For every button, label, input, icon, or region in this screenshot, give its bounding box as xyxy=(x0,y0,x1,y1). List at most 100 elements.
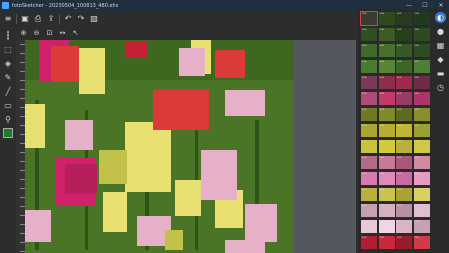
zoom-out-icon[interactable]: ⊖ xyxy=(32,29,41,38)
eyedropper-icon[interactable]: ⚲ xyxy=(3,114,14,125)
palette-swatch[interactable]: RGB xyxy=(361,124,377,137)
line-icon[interactable]: ╱ xyxy=(3,86,14,97)
pointer-icon[interactable]: ↖ xyxy=(71,29,80,38)
palette-swatch[interactable]: RGB xyxy=(413,108,430,121)
palette-swatch[interactable]: RGB xyxy=(396,204,412,217)
undo-icon[interactable]: ↶ xyxy=(63,14,73,24)
palette-swatch[interactable]: RGB xyxy=(396,92,412,105)
swatch-label: RGB xyxy=(362,45,367,47)
palette-swatch[interactable]: RGB xyxy=(396,76,412,89)
export-icon[interactable]: ⇪ xyxy=(46,14,56,24)
palette-swatch[interactable]: RGB xyxy=(413,236,430,249)
palette-swatch[interactable]: RGB xyxy=(378,92,395,105)
palette-swatch[interactable]: RGB xyxy=(378,108,395,121)
bubble-icon[interactable]: ● xyxy=(435,26,446,37)
menu-icon[interactable]: ≡ xyxy=(3,14,13,24)
swatch-label: RGB xyxy=(362,237,367,239)
palette-swatch[interactable]: RGB xyxy=(396,124,412,137)
palette-swatch[interactable]: RGB xyxy=(396,108,412,121)
palette-swatch[interactable]: RGB xyxy=(413,12,430,25)
palette-swatch[interactable]: RGB xyxy=(378,236,395,249)
palette-swatch[interactable]: RGB xyxy=(361,76,377,89)
palette-swatch[interactable]: RGB xyxy=(413,44,430,57)
palette-swatch[interactable]: RGB xyxy=(361,44,377,57)
palette-swatch[interactable]: RGB xyxy=(413,220,430,233)
layers-icon[interactable]: ◆ xyxy=(435,54,446,65)
palette-swatch[interactable]: RGB xyxy=(361,60,377,73)
fit-icon[interactable]: ⊡ xyxy=(45,29,54,38)
current-color-swatch[interactable] xyxy=(3,128,13,138)
palette-swatch[interactable]: RGB xyxy=(378,60,395,73)
palette-swatch[interactable]: RGB xyxy=(361,92,377,105)
palette-swatch[interactable]: RGB xyxy=(413,60,430,73)
eraser-icon[interactable]: ▭ xyxy=(3,100,14,111)
palette-swatch[interactable]: RGB xyxy=(378,124,395,137)
palette-swatch[interactable]: RGB xyxy=(378,12,395,25)
toolbar-separator xyxy=(59,14,60,24)
pencil-icon[interactable]: ✎ xyxy=(3,72,14,83)
palette-swatch[interactable]: RGB xyxy=(396,12,412,25)
swatch-label: RGB xyxy=(414,221,419,223)
fill-icon[interactable]: ◈ xyxy=(3,58,14,69)
palette-swatch[interactable]: RGB xyxy=(413,76,430,89)
swatch-label: RGB xyxy=(379,45,384,47)
grid-icon[interactable]: ▦ xyxy=(435,40,446,51)
palette-swatch[interactable]: RGB xyxy=(413,28,430,41)
ruler-icon[interactable]: ┇ xyxy=(3,30,14,41)
palette-swatch[interactable]: RGB xyxy=(413,140,430,153)
palette-swatch[interactable]: RGB xyxy=(360,11,378,26)
palette-swatch[interactable]: RGB xyxy=(413,92,430,105)
swatch-label: RGB xyxy=(362,93,367,95)
palette-swatch[interactable]: RGB xyxy=(396,236,412,249)
swatch-label: RGB xyxy=(414,109,419,111)
redo-icon[interactable]: ↷ xyxy=(76,14,86,24)
note-icon[interactable]: ▬ xyxy=(435,68,446,79)
palette-swatch[interactable]: RGB xyxy=(396,60,412,73)
palette-swatch[interactable]: RGB xyxy=(361,28,377,41)
print-icon[interactable]: ⎙ xyxy=(33,14,43,24)
swatch-label: RGB xyxy=(414,93,419,95)
palette-swatch[interactable]: RGB xyxy=(396,156,412,169)
save-icon[interactable]: ▣ xyxy=(20,14,30,24)
palette-swatch[interactable]: RGB xyxy=(396,188,412,201)
palette-swatch[interactable]: RGB xyxy=(361,172,377,185)
palette-swatch[interactable]: RGB xyxy=(413,124,430,137)
palette-swatch[interactable]: RGB xyxy=(378,76,395,89)
select-icon[interactable]: ⬚ xyxy=(3,44,14,55)
image-icon[interactable]: ▧ xyxy=(89,14,99,24)
palette-swatch[interactable]: RGB xyxy=(378,220,395,233)
palette-swatch[interactable]: RGB xyxy=(413,156,430,169)
palette-swatch[interactable]: RGB xyxy=(378,140,395,153)
palette-swatch[interactable]: RGB xyxy=(361,108,377,121)
palette-swatch[interactable]: RGB xyxy=(361,236,377,249)
history-icon[interactable]: ◷ xyxy=(435,82,446,93)
palette-swatch[interactable]: RGB xyxy=(378,44,395,57)
swatch-label: RGB xyxy=(397,13,402,15)
palette-swatch[interactable]: RGB xyxy=(361,188,377,201)
palette-swatch[interactable]: RGB xyxy=(396,28,412,41)
palette-swatch[interactable]: RGB xyxy=(413,188,430,201)
palette-swatch[interactable]: RGB xyxy=(361,156,377,169)
swatch-label: RGB xyxy=(397,125,402,127)
zoom-in-icon[interactable]: ⊕ xyxy=(19,29,28,38)
palette-swatch[interactable]: RGB xyxy=(396,140,412,153)
swatch-label: RGB xyxy=(362,205,367,207)
swatch-label: RGB xyxy=(379,157,384,159)
palette-swatch[interactable]: RGB xyxy=(413,204,430,217)
pixelated-tulip-artwork[interactable] xyxy=(25,40,294,253)
palette-swatch[interactable]: RGB xyxy=(413,172,430,185)
palette-swatch[interactable]: RGB xyxy=(378,156,395,169)
swatch-label: RGB xyxy=(362,221,367,223)
palette-swatch[interactable]: RGB xyxy=(396,44,412,57)
palette-swatch[interactable]: RGB xyxy=(378,204,395,217)
palette-icon[interactable]: ◐ xyxy=(435,12,446,23)
palette-swatch[interactable]: RGB xyxy=(378,28,395,41)
fit-width-icon[interactable]: ↔ xyxy=(58,29,67,38)
palette-swatch[interactable]: RGB xyxy=(361,204,377,217)
palette-swatch[interactable]: RGB xyxy=(361,220,377,233)
palette-swatch[interactable]: RGB xyxy=(378,172,395,185)
palette-swatch[interactable]: RGB xyxy=(361,140,377,153)
palette-swatch[interactable]: RGB xyxy=(396,172,412,185)
palette-swatch[interactable]: RGB xyxy=(378,188,395,201)
palette-swatch[interactable]: RGB xyxy=(396,220,412,233)
